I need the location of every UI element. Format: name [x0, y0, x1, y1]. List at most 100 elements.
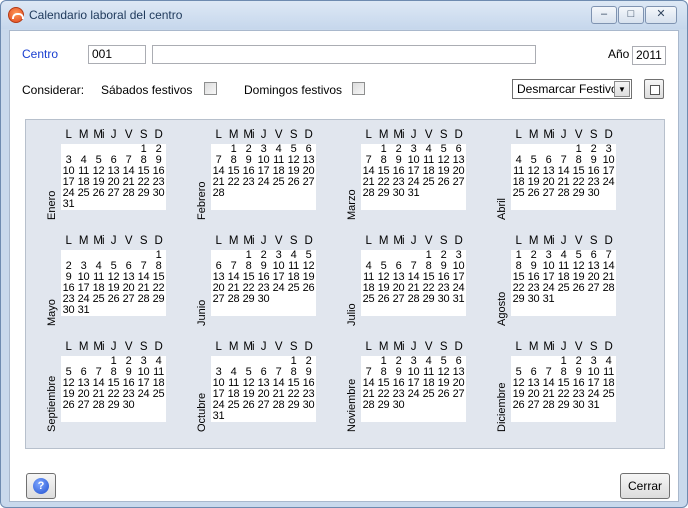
- day-cell[interactable]: 25: [91, 294, 106, 305]
- day-cell[interactable]: 28: [541, 400, 556, 411]
- week-row: 29 30 31: [511, 294, 616, 305]
- day-cell[interactable]: 31: [211, 411, 226, 422]
- day-cell[interactable]: 25: [361, 294, 376, 305]
- day-cell[interactable]: 30: [586, 188, 601, 199]
- day-cell[interactable]: 29: [241, 294, 256, 305]
- day-cell[interactable]: 27: [211, 294, 226, 305]
- day-cell[interactable]: 27: [301, 177, 316, 188]
- day-cell[interactable]: 26: [436, 389, 451, 400]
- centro-code-input[interactable]: 001: [88, 45, 146, 64]
- day-cell[interactable]: 25: [421, 389, 436, 400]
- day-cell[interactable]: 27: [451, 177, 466, 188]
- day-cell[interactable]: 25: [76, 188, 91, 199]
- apply-button[interactable]: [644, 79, 664, 99]
- day-cell[interactable]: 29: [421, 294, 436, 305]
- domingos-checkbox[interactable]: [352, 82, 365, 95]
- day-cell[interactable]: 30: [571, 400, 586, 411]
- day-cell[interactable]: 26: [61, 400, 76, 411]
- day-cell[interactable]: 25: [511, 188, 526, 199]
- day-cell[interactable]: 26: [106, 294, 121, 305]
- day-cell[interactable]: 31: [76, 305, 91, 316]
- day-cell[interactable]: 25: [286, 283, 301, 294]
- day-cell[interactable]: 29: [376, 400, 391, 411]
- day-cell[interactable]: 25: [601, 389, 616, 400]
- day-cell[interactable]: 29: [571, 188, 586, 199]
- day-cell[interactable]: 28: [601, 283, 616, 294]
- day-cell[interactable]: 30: [151, 188, 166, 199]
- empty-day-cell: [61, 411, 76, 422]
- day-cell[interactable]: 22: [226, 177, 241, 188]
- day-cell[interactable]: 28: [406, 294, 421, 305]
- day-cell[interactable]: 28: [361, 188, 376, 199]
- close-window-button[interactable]: ✕: [645, 6, 677, 24]
- day-cell[interactable]: 24: [601, 177, 616, 188]
- day-cell[interactable]: 28: [211, 188, 226, 199]
- day-cell[interactable]: 25: [421, 177, 436, 188]
- day-cell[interactable]: 26: [286, 177, 301, 188]
- chevron-down-icon[interactable]: ▼: [614, 81, 630, 97]
- day-cell[interactable]: 26: [91, 188, 106, 199]
- day-cell[interactable]: 28: [271, 400, 286, 411]
- empty-day-cell: [601, 400, 616, 411]
- day-cell[interactable]: 27: [76, 400, 91, 411]
- day-cell[interactable]: 27: [586, 283, 601, 294]
- day-cell[interactable]: 27: [541, 188, 556, 199]
- year-input[interactable]: 2011: [632, 46, 666, 65]
- day-cell[interactable]: 29: [556, 400, 571, 411]
- day-cell[interactable]: 27: [121, 294, 136, 305]
- maximize-button[interactable]: □: [618, 6, 644, 24]
- day-cell[interactable]: 30: [436, 294, 451, 305]
- day-cell[interactable]: 24: [256, 177, 271, 188]
- day-cell[interactable]: 25: [271, 177, 286, 188]
- day-cell[interactable]: 29: [136, 188, 151, 199]
- day-cell[interactable]: 30: [121, 400, 136, 411]
- day-cell[interactable]: 31: [406, 188, 421, 199]
- centro-name-input[interactable]: [152, 45, 536, 64]
- day-cell[interactable]: 27: [106, 188, 121, 199]
- day-cell[interactable]: 24: [136, 389, 151, 400]
- day-cell[interactable]: 29: [106, 400, 121, 411]
- day-cell[interactable]: 27: [391, 294, 406, 305]
- minimize-button[interactable]: –: [591, 6, 617, 24]
- day-cell[interactable]: 29: [511, 294, 526, 305]
- day-cell[interactable]: 29: [286, 400, 301, 411]
- day-cell[interactable]: 29: [376, 188, 391, 199]
- day-cell[interactable]: 28: [136, 294, 151, 305]
- day-cell[interactable]: 28: [91, 400, 106, 411]
- action-select[interactable]: Desmarcar Festivos ▼: [512, 79, 632, 99]
- sabados-checkbox[interactable]: [204, 82, 217, 95]
- day-cell[interactable]: 26: [376, 294, 391, 305]
- day-cell[interactable]: 31: [61, 199, 76, 210]
- day-cell[interactable]: 26: [436, 177, 451, 188]
- day-cell[interactable]: 25: [556, 283, 571, 294]
- day-cell[interactable]: 26: [511, 400, 526, 411]
- day-cell[interactable]: 24: [406, 389, 421, 400]
- day-cell[interactable]: 31: [586, 400, 601, 411]
- day-cell[interactable]: 29: [151, 294, 166, 305]
- day-cell[interactable]: 27: [256, 400, 271, 411]
- day-cell[interactable]: 26: [526, 188, 541, 199]
- cerrar-button[interactable]: Cerrar: [620, 473, 670, 499]
- day-cell[interactable]: 27: [526, 400, 541, 411]
- day-cell[interactable]: 26: [241, 400, 256, 411]
- day-cell[interactable]: 30: [526, 294, 541, 305]
- day-cell[interactable]: 31: [451, 294, 466, 305]
- day-cell[interactable]: 26: [571, 283, 586, 294]
- day-cell[interactable]: 23: [241, 177, 256, 188]
- day-cell[interactable]: 28: [226, 294, 241, 305]
- day-cell[interactable]: 30: [256, 294, 271, 305]
- day-cell[interactable]: 26: [301, 283, 316, 294]
- day-cell[interactable]: 30: [391, 188, 406, 199]
- day-cell[interactable]: 27: [451, 389, 466, 400]
- day-cell[interactable]: 30: [61, 305, 76, 316]
- day-cell[interactable]: 28: [121, 188, 136, 199]
- day-cell[interactable]: 30: [301, 400, 316, 411]
- day-cell[interactable]: 24: [271, 283, 286, 294]
- help-button[interactable]: ?: [26, 473, 56, 499]
- day-cell[interactable]: 25: [151, 389, 166, 400]
- day-cell[interactable]: 30: [391, 400, 406, 411]
- day-cell[interactable]: 28: [361, 400, 376, 411]
- day-cell[interactable]: 25: [226, 400, 241, 411]
- day-cell[interactable]: 31: [541, 294, 556, 305]
- day-cell[interactable]: 28: [556, 188, 571, 199]
